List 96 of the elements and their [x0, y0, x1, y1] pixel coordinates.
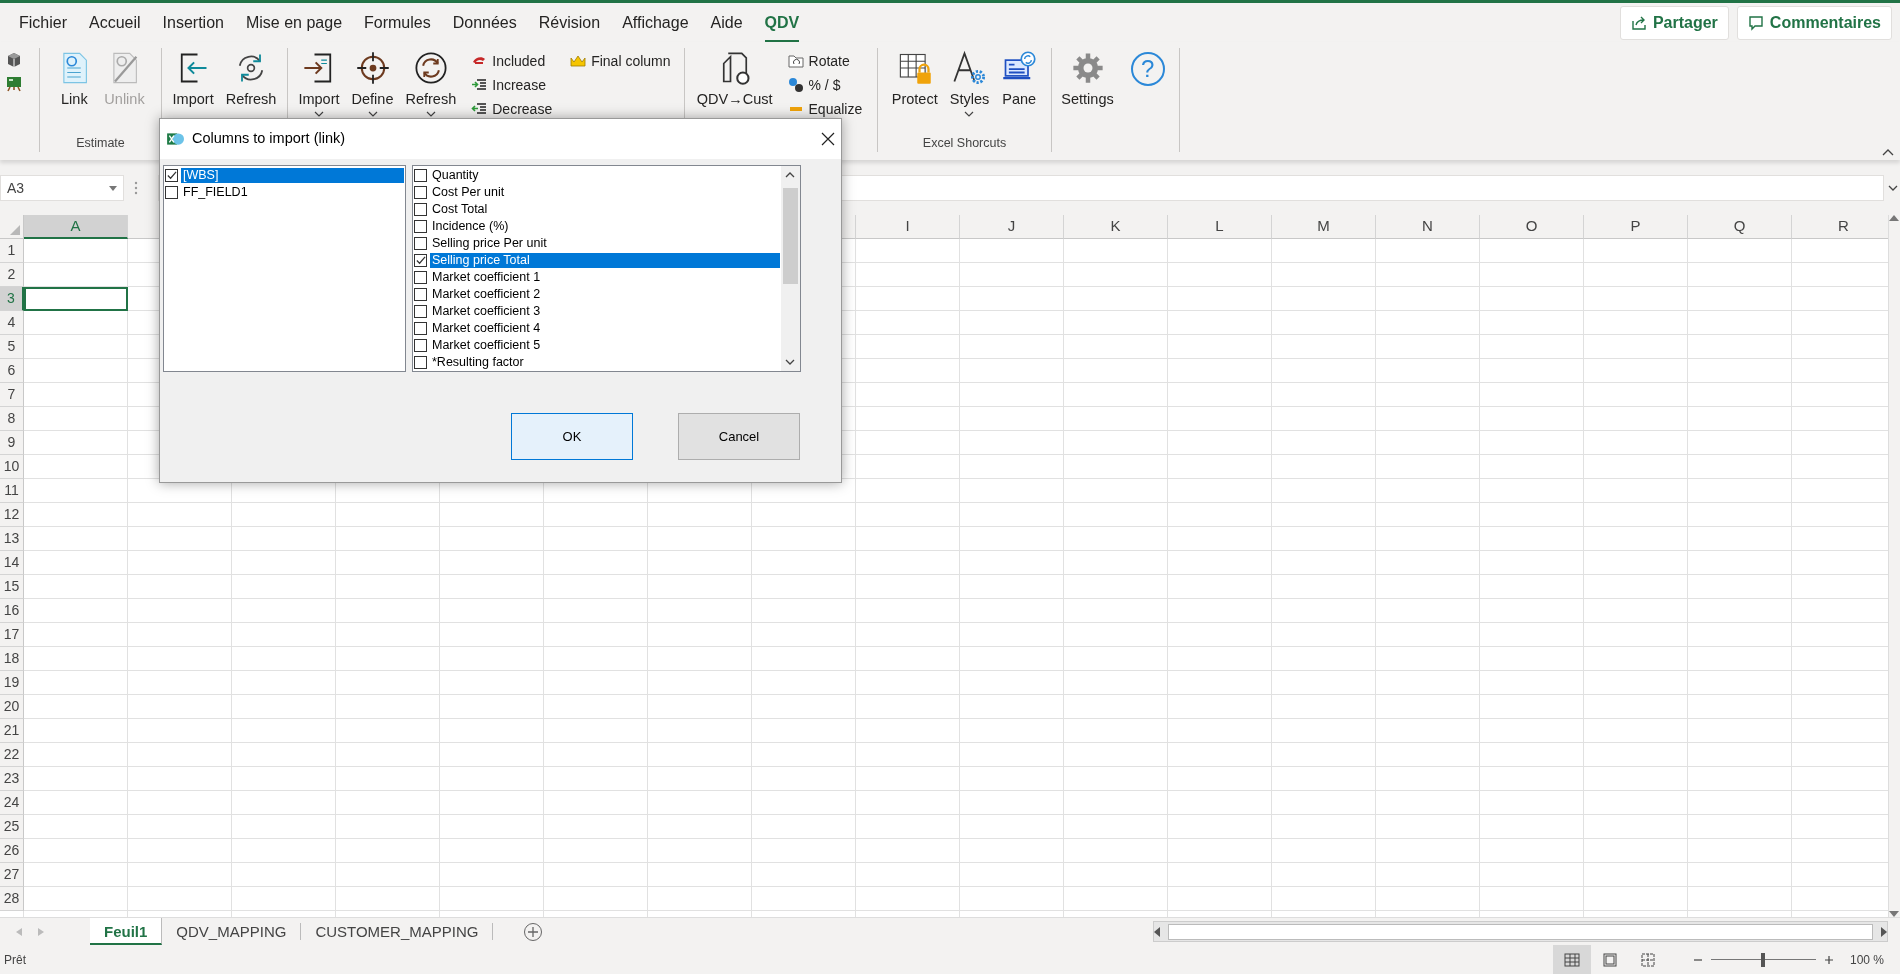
- status-text: Prêt: [3, 951, 26, 969]
- row-header[interactable]: 15: [0, 575, 24, 599]
- ribbon-button[interactable]: Equalize: [785, 98, 865, 120]
- list-item[interactable]: Market coefficient 5: [430, 338, 543, 353]
- dialog-title: Columns to import (link): [192, 129, 347, 149]
- row-header[interactable]: 24: [0, 791, 24, 815]
- row-header[interactable]: 1: [0, 239, 24, 263]
- zoom-level[interactable]: 100 %: [1833, 950, 1900, 969]
- row-header[interactable]: 5: [0, 335, 24, 359]
- list-item[interactable]: Market coefficient 2: [430, 287, 543, 302]
- ribbon-button[interactable]: Refresh: [402, 48, 460, 119]
- ribbon-tab[interactable]: Affichage: [611, 6, 700, 39]
- ribbon-tab[interactable]: Insertion: [151, 6, 235, 39]
- column-header[interactable]: O: [1480, 215, 1584, 239]
- list-item[interactable]: Quantity: [430, 168, 481, 183]
- ribbon-tab[interactable]: Mise en page: [234, 6, 354, 39]
- column-header[interactable]: A: [24, 215, 128, 239]
- row-header[interactable]: 27: [0, 863, 24, 887]
- list-item[interactable]: Selling price Total: [430, 253, 780, 268]
- row-header[interactable]: 16: [0, 599, 24, 623]
- ribbon-button[interactable]: Styles: [946, 48, 993, 119]
- ribbon-button[interactable]: Protect: [888, 48, 941, 113]
- row-header[interactable]: 26: [0, 839, 24, 863]
- column-header[interactable]: P: [1584, 215, 1688, 239]
- ribbon-button[interactable]: Settings: [1058, 48, 1117, 113]
- list-item[interactable]: FF_FIELD1: [181, 185, 250, 200]
- list-item[interactable]: Cost Total: [430, 202, 490, 217]
- column-header[interactable]: R: [1792, 215, 1888, 239]
- ribbon-tab[interactable]: Fichier: [8, 6, 78, 39]
- row-header[interactable]: 19: [0, 671, 24, 695]
- ribbon-button[interactable]: Link: [53, 48, 96, 113]
- list-item[interactable]: Incidence (%): [430, 219, 511, 234]
- row-header[interactable]: 10: [0, 455, 24, 479]
- row-header[interactable]: 7: [0, 383, 24, 407]
- row-header[interactable]: 25: [0, 815, 24, 839]
- ribbon-button[interactable]: Define: [348, 48, 397, 119]
- ribbon-tab[interactable]: Données: [441, 6, 528, 39]
- column-header[interactable]: K: [1064, 215, 1168, 239]
- sheet-tab[interactable]: QDV_MAPPING: [162, 923, 302, 940]
- column-header[interactable]: Q: [1688, 215, 1792, 239]
- row-header[interactable]: 28: [0, 887, 24, 911]
- column-header[interactable]: N: [1376, 215, 1480, 239]
- row-header[interactable]: 23: [0, 767, 24, 791]
- dialog-button[interactable]: OK: [511, 413, 633, 460]
- list-item[interactable]: *Resulting factor: [430, 355, 526, 370]
- ribbon-button[interactable]: QDV→Cust: [693, 48, 776, 113]
- row-header[interactable]: 22: [0, 743, 24, 767]
- column-header[interactable]: I: [856, 215, 960, 239]
- ribbon-button[interactable]: Final column: [568, 50, 673, 72]
- ribbon-tab[interactable]: Aide: [699, 6, 754, 39]
- row-header[interactable]: 18: [0, 647, 24, 671]
- column-header[interactable]: J: [960, 215, 1064, 239]
- ribbon-tab[interactable]: Accueil: [78, 6, 152, 39]
- header-button[interactable]: Partager: [1619, 5, 1729, 40]
- row-header[interactable]: 20: [0, 695, 24, 719]
- list-box[interactable]: [WBS] FF_FIELD1: [163, 165, 406, 372]
- ribbon-button[interactable]: Pane: [998, 48, 1041, 113]
- list-item[interactable]: Market coefficient 3: [430, 304, 543, 319]
- list-item[interactable]: Market coefficient 1: [430, 270, 543, 285]
- list-item[interactable]: Cost Per unit: [430, 185, 507, 200]
- list-item[interactable]: Selling price Per unit: [430, 236, 549, 251]
- ribbon-tab[interactable]: Révision: [527, 6, 612, 39]
- list-item[interactable]: [WBS]: [181, 168, 404, 183]
- dialog-button[interactable]: Cancel: [678, 413, 800, 460]
- ribbon-button[interactable]: Decrease: [469, 98, 555, 120]
- ribbon-button[interactable]: Increase: [469, 74, 555, 96]
- ribbon-tab[interactable]: Formules: [353, 6, 442, 39]
- group-label: Excel Shorcuts: [921, 135, 1008, 152]
- cell-reference: A3: [7, 178, 25, 198]
- sheet-tab[interactable]: CUSTOMER_MAPPING: [301, 923, 494, 940]
- row-header[interactable]: 3: [0, 287, 24, 311]
- name-box[interactable]: A3: [0, 175, 124, 201]
- row-header[interactable]: 6: [0, 359, 24, 383]
- list-item[interactable]: Market coefficient 4: [430, 321, 543, 336]
- group-label: Estimate: [75, 135, 126, 152]
- row-header[interactable]: 12: [0, 503, 24, 527]
- ribbon-button[interactable]: Import: [295, 48, 343, 119]
- ribbon-button[interactable]: Rotate: [785, 50, 865, 72]
- row-header[interactable]: 8: [0, 407, 24, 431]
- row-header[interactable]: 2: [0, 263, 24, 287]
- ribbon-button[interactable]: % / $: [785, 74, 865, 96]
- row-header[interactable]: 4: [0, 311, 24, 335]
- row-header[interactable]: 13: [0, 527, 24, 551]
- ribbon-tab[interactable]: QDV: [753, 6, 811, 39]
- row-header[interactable]: 11: [0, 479, 24, 503]
- ribbon-button[interactable]: Import: [169, 48, 217, 113]
- row-header[interactable]: 21: [0, 719, 24, 743]
- column-header[interactable]: M: [1272, 215, 1376, 239]
- column-header[interactable]: L: [1168, 215, 1272, 239]
- ribbon-button[interactable]: Included: [469, 50, 555, 72]
- row-header[interactable]: 9: [0, 431, 24, 455]
- row-header[interactable]: 14: [0, 551, 24, 575]
- row-header[interactable]: 17: [0, 623, 24, 647]
- header-button[interactable]: Commentaires: [1736, 5, 1892, 40]
- ribbon-button[interactable]: Refresh: [222, 48, 280, 113]
- sheet-tab[interactable]: Feuil1: [90, 918, 163, 945]
